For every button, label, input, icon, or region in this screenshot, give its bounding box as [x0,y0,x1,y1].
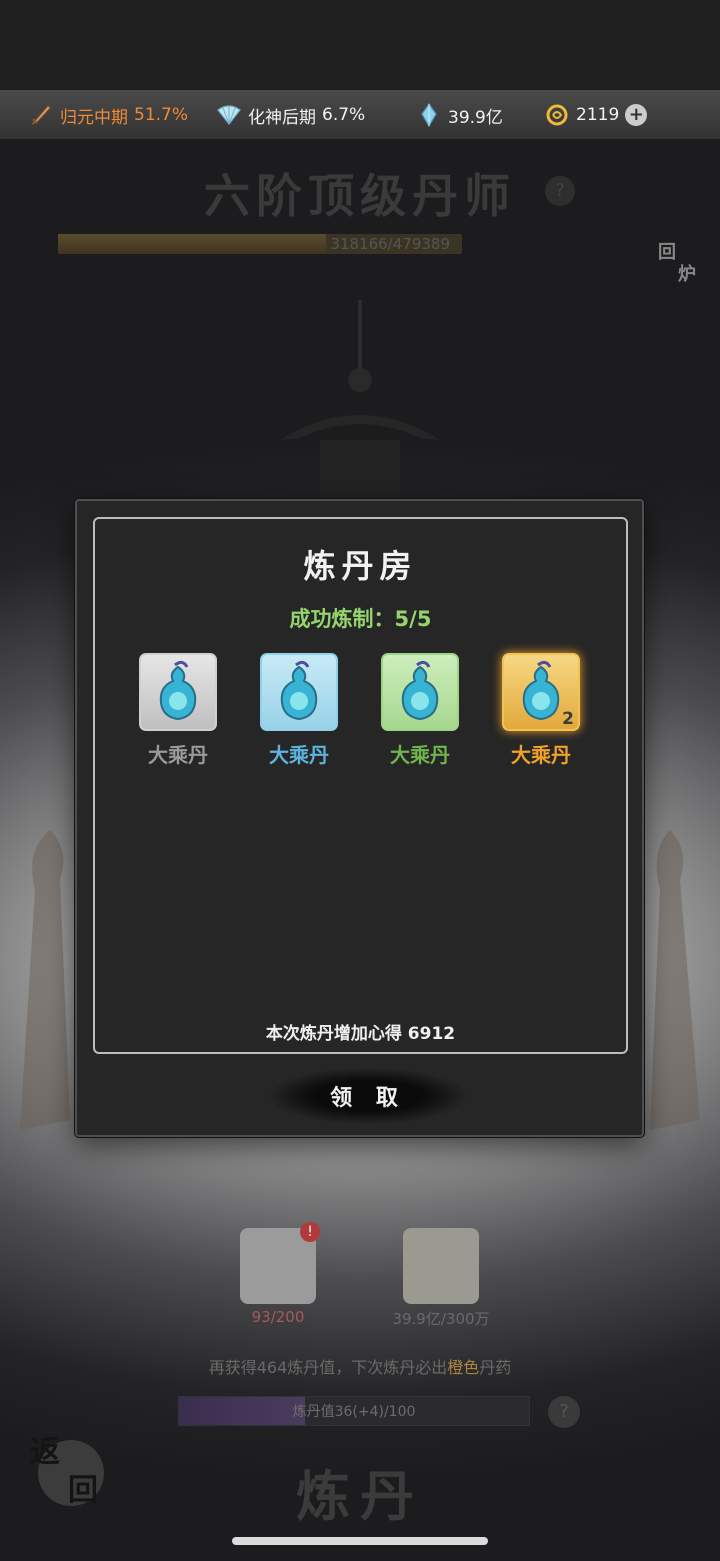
crystal-icon [421,102,437,128]
refine-value-bar: 炼丹值36(+4)/100 [178,1396,530,1426]
material-slot-1[interactable]: 93/200 ! [238,1222,320,1326]
pill-item-4[interactable]: 2 大乘丹 [496,653,586,768]
return-furnace-char2: 炉 [678,264,696,285]
success-count: 成功炼制：5/5 [289,607,432,631]
rank-title: 六阶顶级丹师 [204,169,516,223]
rank-progress-text: 318166/479389 [330,235,450,253]
pill-item-1[interactable]: 大乘丹 [133,653,223,768]
gourd-icon [260,653,338,731]
coin-stat: 2119 + [544,90,648,140]
material-slot-2[interactable]: 39.9亿/300万 [386,1228,496,1329]
refine-value-text: 炼丹值36(+4)/100 [292,1404,416,1420]
return-furnace-button[interactable]: 回 炉 [654,240,706,290]
cultivation-label: 归元中期 [60,107,128,128]
hint-text-after: 丹药 [479,1358,512,1377]
gourd-icon [139,653,217,731]
insight-gain-text: 本次炼丹增加心得 6912 [265,1024,456,1044]
alert-badge-icon: ! [300,1222,320,1242]
resource-bar: 归元中期 51.7% 化神后期 6.7% 39.9亿 2119 + [0,90,720,140]
home-indicator[interactable] [232,1537,488,1545]
refine-help-icon[interactable]: ? [548,1396,580,1428]
refine-button[interactable]: 炼丹 [0,1452,720,1531]
crystal-count: 39.9亿 [448,107,503,128]
coin-icon [546,104,568,126]
gourd-icon: 2 [502,653,580,731]
pill-name-3: 大乘丹 [390,743,450,767]
header-pattern [0,0,720,90]
spirit-stat: 化神后期 6.7% [216,90,365,140]
hint-text-before: 再获得464炼丹值，下次炼丹必出 [208,1358,448,1377]
pill-item-2[interactable]: 大乘丹 [254,653,344,768]
spirit-label: 化神后期 [248,107,316,128]
crystal-material-icon [403,1228,479,1304]
pill-count-4: 2 [562,709,574,729]
material2-count: 39.9亿/300万 [392,1310,490,1328]
help-icon[interactable]: ? [545,176,575,206]
dialog-content-frame: 炼丹房 成功炼制：5/5 大乘丹 大乘丹 大乘丹 2 大乘丹 本次炼丹增加心得 … [93,517,628,1054]
material1-count: 93/200 [251,1308,305,1326]
pill-item-3[interactable]: 大乘丹 [375,653,465,768]
return-furnace-char1: 回 [658,242,676,263]
coin-count: 2119 [576,105,620,125]
spirit-percent: 6.7% [322,105,366,125]
claim-button[interactable]: 领 取 [269,1067,467,1125]
sword-icon [31,105,51,125]
pill-name-2: 大乘丹 [269,743,329,767]
hint-text-highlight: 橙色 [447,1358,480,1377]
cultivation-percent: 51.7% [134,105,189,125]
pill-name-4: 大乘丹 [511,743,571,767]
alchemy-result-dialog: 炼丹房 成功炼制：5/5 大乘丹 大乘丹 大乘丹 2 大乘丹 本次炼丹增加心得 … [75,499,644,1137]
crystal-stat: 39.9亿 [416,90,503,140]
gourd-icon [381,653,459,731]
refine-hint: 再获得464炼丹值，下次炼丹必出橙色丹药 [0,1354,720,1378]
fan-icon [217,105,241,125]
dialog-title: 炼丹房 [303,547,418,585]
pill-name-1: 大乘丹 [148,743,208,767]
pagoda-illustration [280,300,440,500]
cultivation-stat: 归元中期 51.7% [28,90,188,140]
rank-progress-bar: 318166/479389 [58,234,462,254]
add-coins-button[interactable]: + [625,104,648,126]
